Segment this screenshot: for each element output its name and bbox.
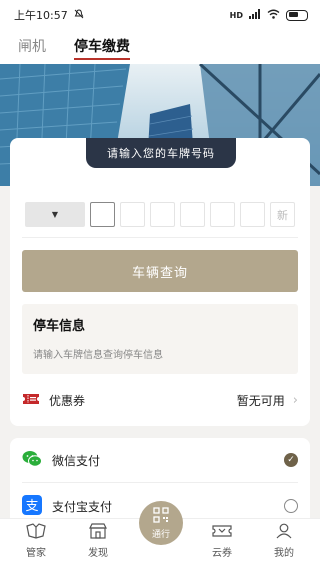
parking-info-title: 停车信息 xyxy=(33,319,86,334)
alipay-label: 支付宝支付 xyxy=(52,499,113,514)
mute-icon xyxy=(74,8,84,22)
plate-char-3[interactable] xyxy=(150,202,175,227)
province-select[interactable]: ▼ xyxy=(25,202,85,227)
chevron-right-icon: › xyxy=(292,392,298,408)
ticket-icon xyxy=(212,523,232,542)
plate-char-5[interactable] xyxy=(210,202,235,227)
plate-char-4[interactable] xyxy=(180,202,205,227)
nav-home-label: 管家 xyxy=(26,548,46,559)
top-tabs: 闸机 停车缴费 xyxy=(0,30,320,64)
status-bar: 上午10:57 HD xyxy=(0,0,320,30)
plate-prompt: 请输入您的车牌号码 xyxy=(86,138,236,168)
svg-text:支: 支 xyxy=(25,499,38,514)
signal-icon xyxy=(249,8,261,22)
plate-input-row: ▼ 新 xyxy=(25,202,295,227)
coupon-label: 优惠券 xyxy=(49,393,86,408)
plate-char-2[interactable] xyxy=(120,202,145,227)
plate-char-1[interactable] xyxy=(90,202,115,227)
nav-discover-label: 发现 xyxy=(88,548,108,559)
payment-wechat-row[interactable]: 微信支付 ✓ xyxy=(22,446,298,474)
tab-parking-payment[interactable]: 停车缴费 xyxy=(74,30,130,60)
divider xyxy=(22,237,298,238)
nav-coupons-label: 云券 xyxy=(212,548,232,559)
battery-icon xyxy=(286,9,308,21)
dropdown-arrow-icon: ▼ xyxy=(51,210,59,219)
plate-char-new-energy[interactable]: 新 xyxy=(270,202,295,227)
status-time: 上午10:57 xyxy=(14,9,68,22)
tab-gate[interactable]: 闸机 xyxy=(18,30,46,60)
coupon-value: 暂无可用 xyxy=(236,393,285,408)
store-icon xyxy=(89,523,107,542)
divider xyxy=(22,482,298,483)
nav-coupons[interactable]: 云券 xyxy=(198,523,246,559)
butler-icon xyxy=(25,523,47,542)
qr-code-icon xyxy=(153,506,169,526)
user-icon xyxy=(275,523,293,542)
nav-home[interactable]: 管家 xyxy=(12,523,60,559)
coupon-row[interactable]: 优惠券 暂无可用 › xyxy=(22,386,298,414)
wifi-icon xyxy=(267,9,280,22)
nav-mine-label: 我的 xyxy=(274,548,294,559)
nav-mine[interactable]: 我的 xyxy=(260,523,308,559)
plate-char-6[interactable] xyxy=(240,202,265,227)
coupon-ticket-icon xyxy=(22,392,40,409)
vehicle-query-button[interactable]: 车辆查询 xyxy=(22,250,298,292)
unchecked-icon[interactable] xyxy=(284,499,298,513)
alipay-icon: 支 xyxy=(22,494,42,518)
nav-pass-button[interactable]: 通行 xyxy=(139,501,183,545)
wechat-pay-icon xyxy=(22,450,42,471)
nav-discover[interactable]: 发现 xyxy=(74,523,122,559)
parking-info-box: 停车信息 请输入车牌信息查询停车信息 xyxy=(22,304,298,374)
nav-pass-label: 通行 xyxy=(151,529,170,540)
signal-label: HD xyxy=(229,10,243,20)
checked-icon[interactable]: ✓ xyxy=(284,453,298,467)
parking-info-placeholder: 请输入车牌信息查询停车信息 xyxy=(33,350,163,361)
wechat-pay-label: 微信支付 xyxy=(52,453,101,468)
